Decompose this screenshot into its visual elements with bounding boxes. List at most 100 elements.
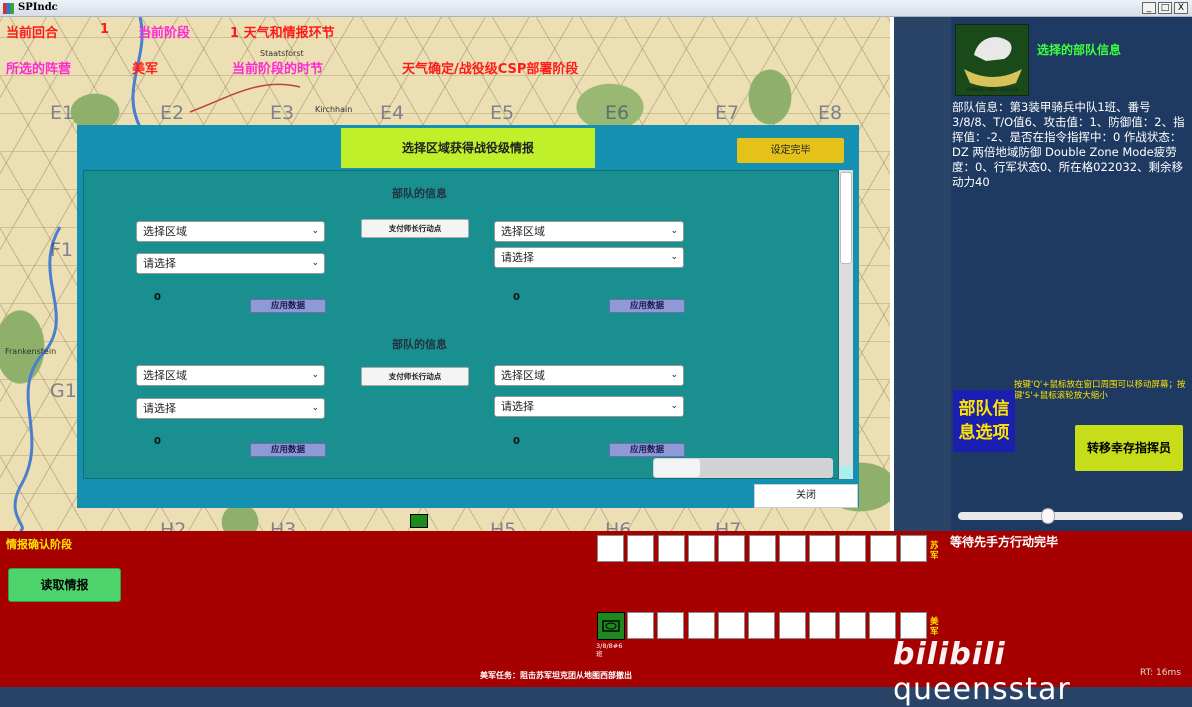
horizontal-scrollbar-thumb[interactable] [654,459,700,477]
apply-data-button[interactable]: 应用数据 [609,443,685,457]
unit-slot[interactable] [627,612,654,639]
choice-select[interactable]: 请选择 ⌄ [494,396,684,417]
choice-select[interactable]: 请选择 ⌄ [494,247,684,268]
section-title: 部队的信息 [392,187,447,200]
hex-id: E3 [270,102,295,124]
us-side-label: 美军 [930,617,939,637]
unit-slot[interactable] [839,535,867,562]
chevron-down-icon: ⌄ [311,258,319,268]
hex-id: H7 [715,519,742,531]
bilibili-logo: bilibili [893,637,1006,672]
chevron-down-icon: ⌄ [670,252,678,262]
hex-id: E2 [160,102,185,124]
chevron-down-icon: ⌄ [670,401,678,411]
unit-slot[interactable] [778,535,806,562]
region-select[interactable]: 选择区域 ⌄ [136,365,325,386]
unit-info-text: 部队信息：第3装甲骑兵中队1班、番号3/8/8、T/O值6、攻击值：1、防御值：… [952,100,1185,189]
hex-id: E4 [380,102,405,124]
hex-id: E7 [715,102,740,124]
choice-select-value: 请选择 [501,400,534,413]
soviet-side-label: 苏军 [930,541,939,561]
minimize-button[interactable]: _ [1142,2,1156,14]
unit-slot[interactable] [869,612,897,639]
region-select-value: 选择区域 [501,225,545,238]
unit-slot[interactable] [869,535,897,562]
zoom-slider-knob[interactable] [1041,508,1055,524]
transfer-commander-button[interactable]: 转移幸存指挥员 [1075,425,1183,471]
apply-data-button[interactable]: 应用数据 [609,299,685,313]
close-window-button[interactable]: X [1174,2,1188,14]
unit-slot[interactable] [808,612,836,639]
unit-slot[interactable] [627,535,655,562]
app-icon [3,3,14,14]
town-label: Frankenstein [5,347,57,356]
chevron-down-icon: ⌄ [311,370,319,380]
dialog-title: 选择区域获得战役级情报 [341,128,595,168]
maximize-button[interactable]: □ [1158,2,1172,14]
unit-counter[interactable] [597,612,625,640]
subphase-label: 天气确定/战役级CSP部署阶段 [402,62,579,77]
unit-slot[interactable] [597,535,624,562]
choice-select-value: 请选择 [501,251,534,264]
choice-select[interactable]: 请选择 ⌄ [136,253,325,274]
region-select[interactable]: 选择区域 ⌄ [136,221,325,242]
unit-slot[interactable] [900,535,927,562]
unit-slot[interactable] [687,535,715,562]
read-intel-button[interactable]: 读取情报 [8,568,121,602]
apply-data-button[interactable]: 应用数据 [250,299,326,313]
unit-slot[interactable] [657,612,685,639]
unit-slot[interactable] [899,612,927,639]
unit-slot[interactable] [839,612,867,639]
faction-value: 美军 [132,62,159,77]
wait-status: 等待先手方行动完毕 [950,535,1059,549]
hex-id: H2 [160,519,187,531]
hex-id: H5 [490,519,517,531]
map-unit-counter[interactable] [410,514,428,528]
intel-value: 0 [513,292,520,303]
hex-id: F1 [50,239,74,261]
region-select[interactable]: 选择区域 ⌄ [494,365,684,386]
turn-value: 1 [100,22,110,37]
watermark-text: queensstar [893,672,1071,707]
done-button[interactable]: 设定完毕 [737,138,844,163]
dialog-close-button[interactable]: 关闭 [754,484,858,508]
zoom-slider[interactable] [958,512,1183,520]
town-label: Kirchhain [315,105,353,114]
unit-slot[interactable] [809,535,837,562]
pay-action-points-button[interactable]: 支付师长行动点 [361,219,469,238]
unit-options-button[interactable]: 部队信息选项 [953,390,1015,452]
hex-id: E8 [818,102,843,124]
apply-data-button[interactable]: 应用数据 [250,443,326,457]
badge-motto: HONOR AND COURAGE [967,87,1019,93]
dialog-scroll-area[interactable]: 部队的信息 选择区域 ⌄ 请选择 ⌄ 0 应用数据 支付师长行动点 选择区域 ⌄ 请选… [83,170,839,479]
current-phase-label: 情报确认阶段 [6,538,72,551]
hex-id: H6 [605,519,632,531]
region-select[interactable]: 选择区域 ⌄ [494,221,684,242]
hex-id: E1 [50,102,75,124]
unit-slot[interactable] [717,612,745,639]
mission-text: 美军任务：阻击苏军坦克团从地图西部撤出 [480,671,632,680]
phase-value: 1 天气和情报环节 [230,26,335,41]
unit-counter-caption: 3/8/8#6班 [596,642,623,658]
unit-slot[interactable] [778,612,806,639]
choice-select[interactable]: 请选择 ⌄ [136,398,325,419]
vertical-scrollbar-thumb[interactable] [840,172,852,264]
hex-id: H3 [270,519,297,531]
unit-slot[interactable] [748,612,776,639]
pay-action-points-button[interactable]: 支付师长行动点 [361,367,469,386]
hex-id: E6 [605,102,630,124]
unit-slot[interactable] [657,535,685,562]
controls-hint: 按键'Q'+鼠标放在窗口周围可以移动屏幕；按键'S'+鼠标滚轮放大缩小 [1014,380,1186,401]
intel-value: 0 [154,292,161,303]
scroll-down-arrow[interactable] [840,466,852,478]
frame-time: RT: 16ms [1140,668,1181,678]
hex-id: G1 [50,380,77,402]
faction-label: 所选的阵营 [6,62,72,77]
turn-label: 当前回合 [6,26,59,41]
region-select-value: 选择区域 [143,225,187,238]
unit-slot[interactable] [687,612,715,639]
selected-unit-title: 选择的部队信息 [1037,43,1122,57]
choice-select-value: 请选择 [143,402,176,415]
unit-slot[interactable] [718,535,746,562]
unit-slot[interactable] [748,535,776,562]
